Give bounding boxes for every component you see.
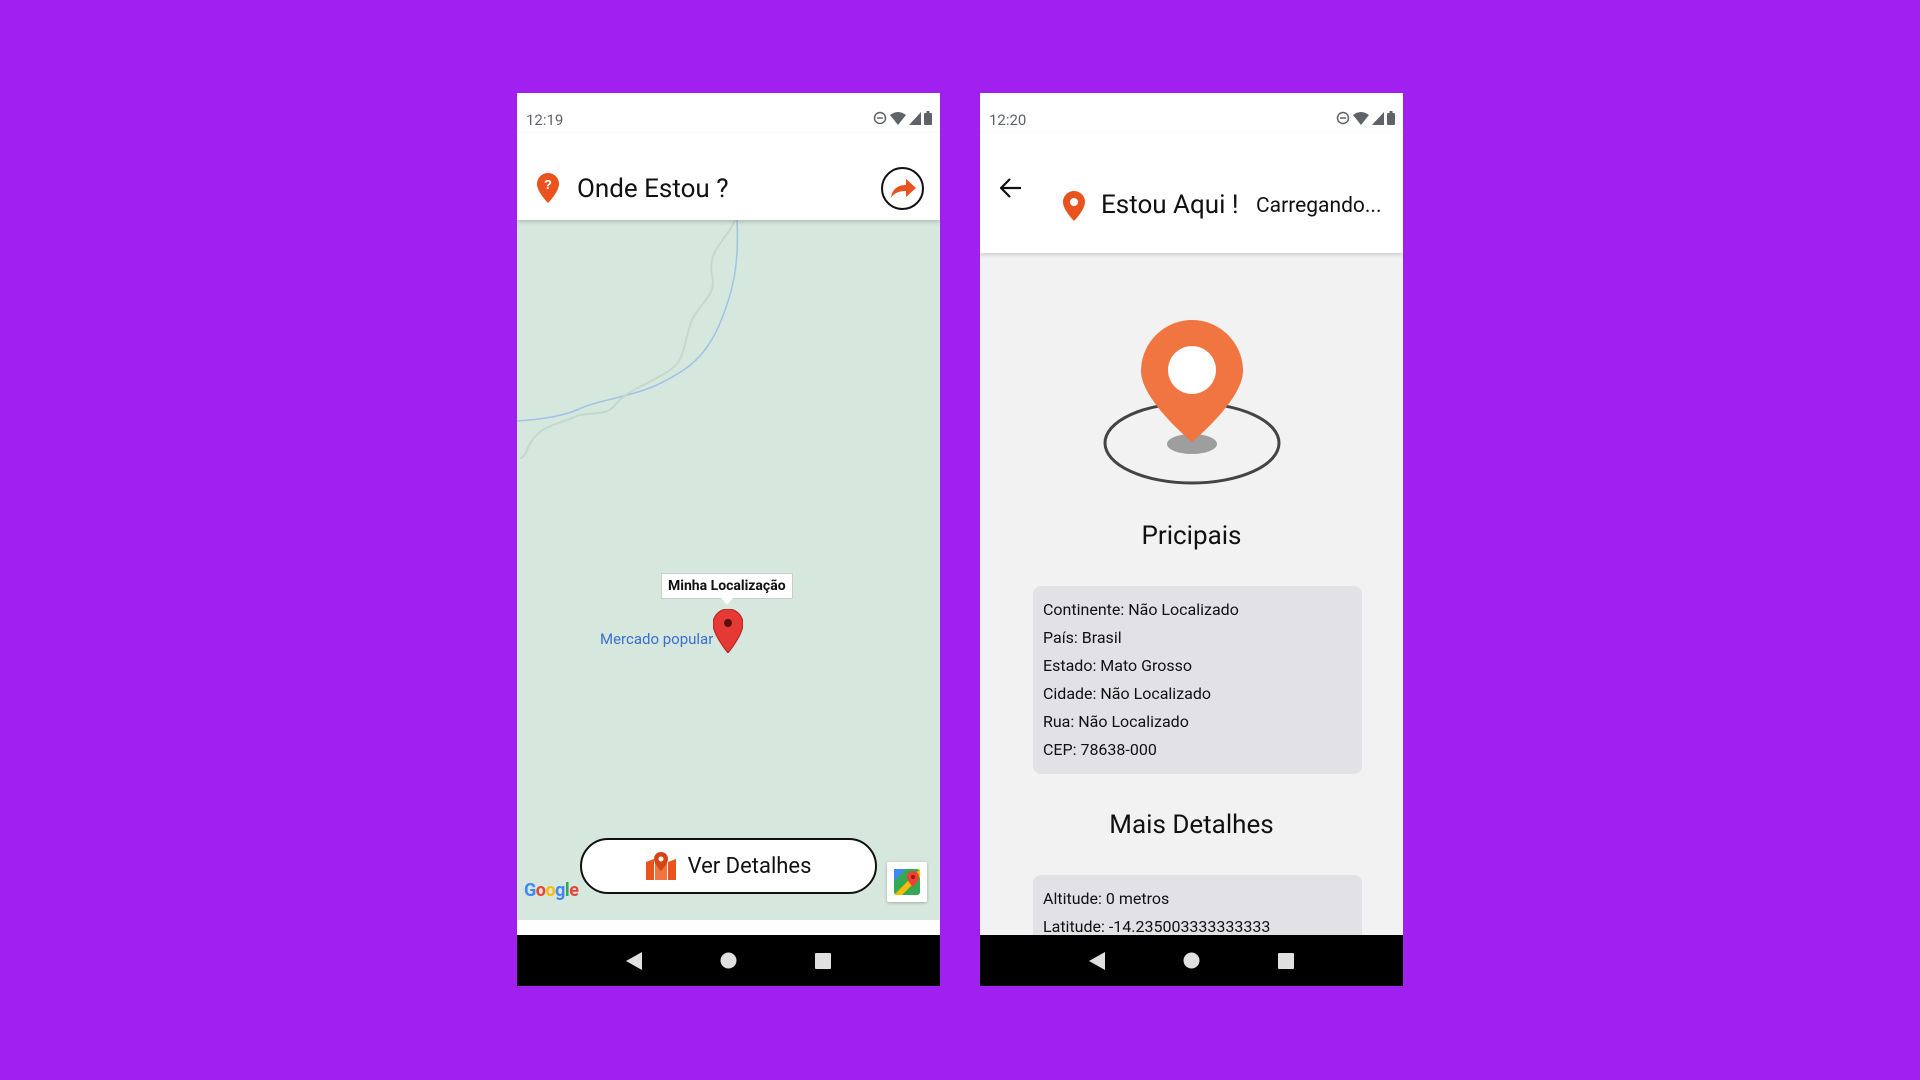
app-bar: Estou Aqui ! Carregando...	[980, 133, 1403, 253]
page-title: Estou Aqui !	[1101, 190, 1239, 220]
loading-status: Carregando...	[1256, 194, 1382, 218]
system-nav-bar	[980, 935, 1403, 986]
home-nav-icon[interactable]	[1183, 952, 1200, 969]
battery-icon	[924, 111, 932, 125]
status-icons	[873, 111, 932, 125]
marker-tooltip: Minha Localização	[661, 573, 793, 605]
details-button-label: Ver Detalhes	[687, 853, 812, 879]
do-not-disturb-icon	[873, 111, 887, 125]
status-icons	[1336, 111, 1395, 125]
main-info-card: Continente: Não Localizado País: Brasil …	[1033, 586, 1362, 774]
signal-icon	[1372, 111, 1384, 125]
location-illustration-icon	[1101, 320, 1283, 494]
location-pin-icon	[1063, 191, 1085, 225]
recents-nav-icon[interactable]	[815, 952, 831, 969]
status-bar: 12:19	[517, 93, 940, 133]
share-arrow-icon	[890, 178, 916, 198]
page-title: Onde Estou ?	[577, 174, 729, 204]
map-pin-icon	[645, 852, 676, 880]
map-view[interactable]: Minha Localização Mercado popular Google	[517, 220, 940, 920]
do-not-disturb-icon	[1336, 111, 1350, 125]
wifi-icon	[1353, 111, 1369, 125]
status-bar: 12:20	[980, 93, 1403, 133]
share-button[interactable]	[881, 167, 924, 210]
google-logo: Google	[524, 880, 579, 901]
location-marker-icon[interactable]	[712, 608, 744, 657]
info-continent: Continente: Não Localizado	[1043, 600, 1239, 619]
open-in-maps-button[interactable]	[887, 862, 927, 902]
info-altitude: Altitude: 0 metros	[1043, 889, 1170, 908]
phone-screen-details: 12:20 Estou Aqui ! Carregando... Pricipa…	[980, 93, 1403, 986]
google-maps-icon	[894, 869, 920, 895]
system-nav-bar	[517, 935, 940, 986]
info-city: Cidade: Não Localizado	[1043, 684, 1211, 703]
wifi-icon	[890, 111, 906, 125]
details-section-title: Mais Detalhes	[1109, 810, 1274, 840]
signal-icon	[909, 111, 921, 125]
battery-icon	[1387, 111, 1395, 125]
status-time: 12:19	[526, 111, 564, 129]
info-street: Rua: Não Localizado	[1043, 712, 1189, 731]
back-nav-icon[interactable]	[626, 951, 642, 970]
back-arrow-icon[interactable]	[999, 178, 1022, 202]
app-bar: ? Onde Estou ?	[517, 133, 940, 220]
map-river-lines	[517, 220, 739, 459]
recents-nav-icon[interactable]	[1278, 952, 1294, 969]
info-postal-code: CEP: 78638-000	[1043, 740, 1157, 759]
home-nav-icon[interactable]	[720, 952, 737, 969]
info-state: Estado: Mato Grosso	[1043, 656, 1193, 675]
back-nav-icon[interactable]	[1089, 951, 1105, 970]
details-button[interactable]: Ver Detalhes	[580, 838, 877, 894]
info-country: País: Brasil	[1043, 628, 1122, 647]
poi-label[interactable]: Mercado popular	[600, 630, 713, 648]
svg-text:?: ?	[544, 177, 552, 192]
main-section-title: Pricipais	[1141, 521, 1242, 551]
phone-screen-map: 12:19 ? Onde Estou ? Minha Localização M…	[517, 93, 940, 986]
status-time: 12:20	[989, 111, 1027, 129]
location-question-icon: ?	[537, 173, 559, 207]
